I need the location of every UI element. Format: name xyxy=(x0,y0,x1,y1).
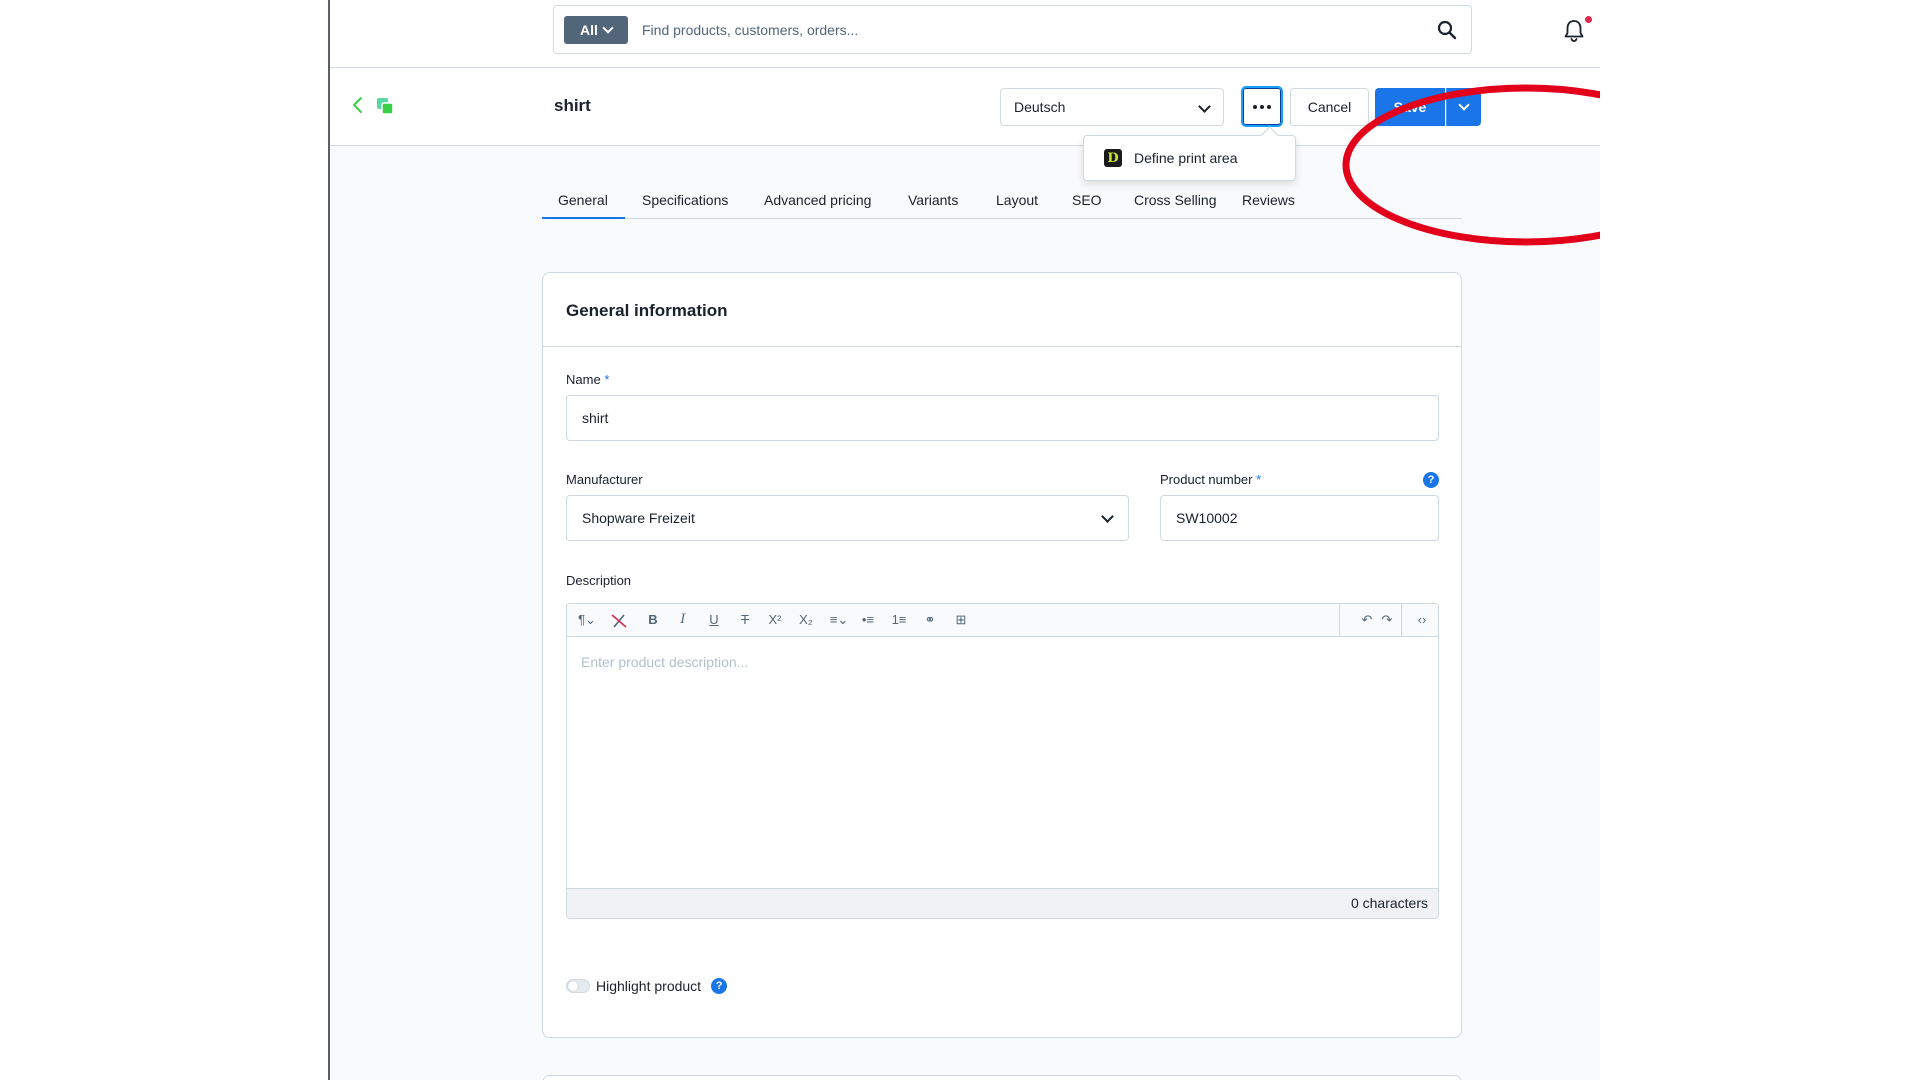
tab-reviews[interactable]: Reviews xyxy=(1242,192,1295,208)
help-icon[interactable]: ? xyxy=(711,978,728,994)
notification-dot xyxy=(1585,16,1592,23)
product-number-value: SW10002 xyxy=(1176,510,1238,526)
page-title: shirt xyxy=(554,96,591,115)
subscript-icon[interactable]: X₂ xyxy=(796,612,816,628)
save-options-button[interactable] xyxy=(1446,88,1481,126)
search-input[interactable] xyxy=(642,16,1402,44)
superscript-icon[interactable]: X² xyxy=(765,612,785,628)
active-tab-indicator xyxy=(542,217,625,219)
unordered-list-icon[interactable]: •≡ xyxy=(858,612,878,628)
dot-icon xyxy=(1253,104,1257,109)
editor-toolbar: ¶⌄ B I U T X² X₂ ≡⌄ •≡ 1≡ ⚭ ⊞ ↶ ↷ ‹› xyxy=(567,604,1438,637)
chevron-down-icon xyxy=(1458,99,1470,111)
tab-layout[interactable]: Layout xyxy=(996,192,1038,208)
tab-variants[interactable]: Variants xyxy=(908,192,958,208)
toolbar-divider xyxy=(1339,604,1340,637)
name-label: Name * xyxy=(566,372,609,387)
manufacturer-label: Manufacturer xyxy=(566,472,643,487)
chevron-left-icon[interactable] xyxy=(351,96,365,114)
remove-format-icon[interactable] xyxy=(610,612,628,630)
chevron-down-icon xyxy=(1101,510,1114,523)
chevron-down-icon xyxy=(1198,100,1211,113)
card-header: General information xyxy=(543,273,1461,347)
products-module-icon xyxy=(377,98,394,115)
name-field[interactable]: shirt xyxy=(566,395,1439,441)
tab-advanced-pricing[interactable]: Advanced pricing xyxy=(764,192,871,208)
more-actions-menu: D Define print area xyxy=(1083,135,1296,181)
dot-icon xyxy=(1260,104,1264,109)
table-icon[interactable]: ⊞ xyxy=(951,612,971,628)
dot-icon xyxy=(1267,104,1271,109)
cancel-button[interactable]: Cancel xyxy=(1290,88,1369,126)
next-card xyxy=(542,1075,1462,1080)
name-label-text: Name xyxy=(566,372,601,387)
tab-specifications[interactable]: Specifications xyxy=(642,192,728,208)
product-tabs: General Specifications Advanced pricing … xyxy=(542,188,1462,219)
manufacturer-select-value: Shopware Freizeit xyxy=(582,510,695,526)
highlight-product-toggle[interactable] xyxy=(566,979,590,993)
editor-footer: 0 characters xyxy=(567,888,1438,918)
tab-general[interactable]: General xyxy=(558,192,608,208)
redo-icon[interactable]: ↷ xyxy=(1377,612,1397,628)
menu-item-define-print-area[interactable]: D Define print area xyxy=(1104,149,1238,167)
print-area-plugin-icon: D xyxy=(1104,149,1122,167)
card-title: General information xyxy=(566,301,728,320)
highlight-product-row: Highlight product ? xyxy=(566,978,728,994)
top-bar: All xyxy=(330,0,1600,68)
save-button[interactable]: Save xyxy=(1375,88,1445,126)
tab-seo[interactable]: SEO xyxy=(1072,192,1102,208)
more-actions-button[interactable] xyxy=(1241,86,1283,127)
product-number-label: Product number * xyxy=(1160,472,1261,487)
help-icon[interactable]: ? xyxy=(1423,472,1439,488)
italic-icon[interactable]: I xyxy=(673,612,693,628)
bell-icon[interactable] xyxy=(1562,18,1586,44)
ordered-list-icon[interactable]: 1≡ xyxy=(889,612,909,628)
bold-icon[interactable]: B xyxy=(643,612,663,628)
name-field-value: shirt xyxy=(582,410,609,426)
language-select[interactable]: Deutsch xyxy=(1000,88,1224,126)
description-placeholder[interactable]: Enter product description... xyxy=(581,654,748,670)
required-mark: * xyxy=(1256,472,1262,487)
character-count: 0 characters xyxy=(1350,895,1428,911)
description-editor: ¶⌄ B I U T X² X₂ ≡⌄ •≡ 1≡ ⚭ ⊞ ↶ ↷ ‹› Ent… xyxy=(566,603,1439,919)
tab-cross-selling[interactable]: Cross Selling xyxy=(1134,192,1216,208)
general-information-card: General information Name * shirt Manufac… xyxy=(542,272,1462,1038)
undo-icon[interactable]: ↶ xyxy=(1357,612,1377,628)
global-search: All xyxy=(553,5,1472,54)
product-number-label-text: Product number xyxy=(1160,472,1253,487)
underline-icon[interactable]: U xyxy=(704,612,724,628)
text-align-icon[interactable]: ≡⌄ xyxy=(825,612,853,628)
link-icon[interactable]: ⚭ xyxy=(920,612,940,628)
highlight-product-label: Highlight product xyxy=(596,978,702,994)
language-select-value: Deutsch xyxy=(1014,99,1066,115)
product-number-field[interactable]: SW10002 xyxy=(1160,495,1439,541)
code-view-icon[interactable]: ‹› xyxy=(1410,612,1434,628)
admin-app: All shirt Deutsch xyxy=(330,0,1600,1080)
menu-item-label: Define print area xyxy=(1134,150,1238,166)
chevron-down-icon xyxy=(602,22,614,34)
search-type-dropdown[interactable]: All xyxy=(564,16,628,44)
paragraph-format-icon[interactable]: ¶⌄ xyxy=(575,612,599,628)
search-icon[interactable] xyxy=(1437,20,1457,40)
required-mark: * xyxy=(604,372,610,387)
manufacturer-select[interactable]: Shopware Freizeit xyxy=(566,495,1129,541)
toolbar-divider xyxy=(1401,604,1402,637)
search-type-label: All xyxy=(580,22,598,38)
description-label: Description xyxy=(566,573,632,588)
strikethrough-icon[interactable]: T xyxy=(735,612,755,628)
page-header: shirt Deutsch Cancel Save xyxy=(330,68,1600,146)
